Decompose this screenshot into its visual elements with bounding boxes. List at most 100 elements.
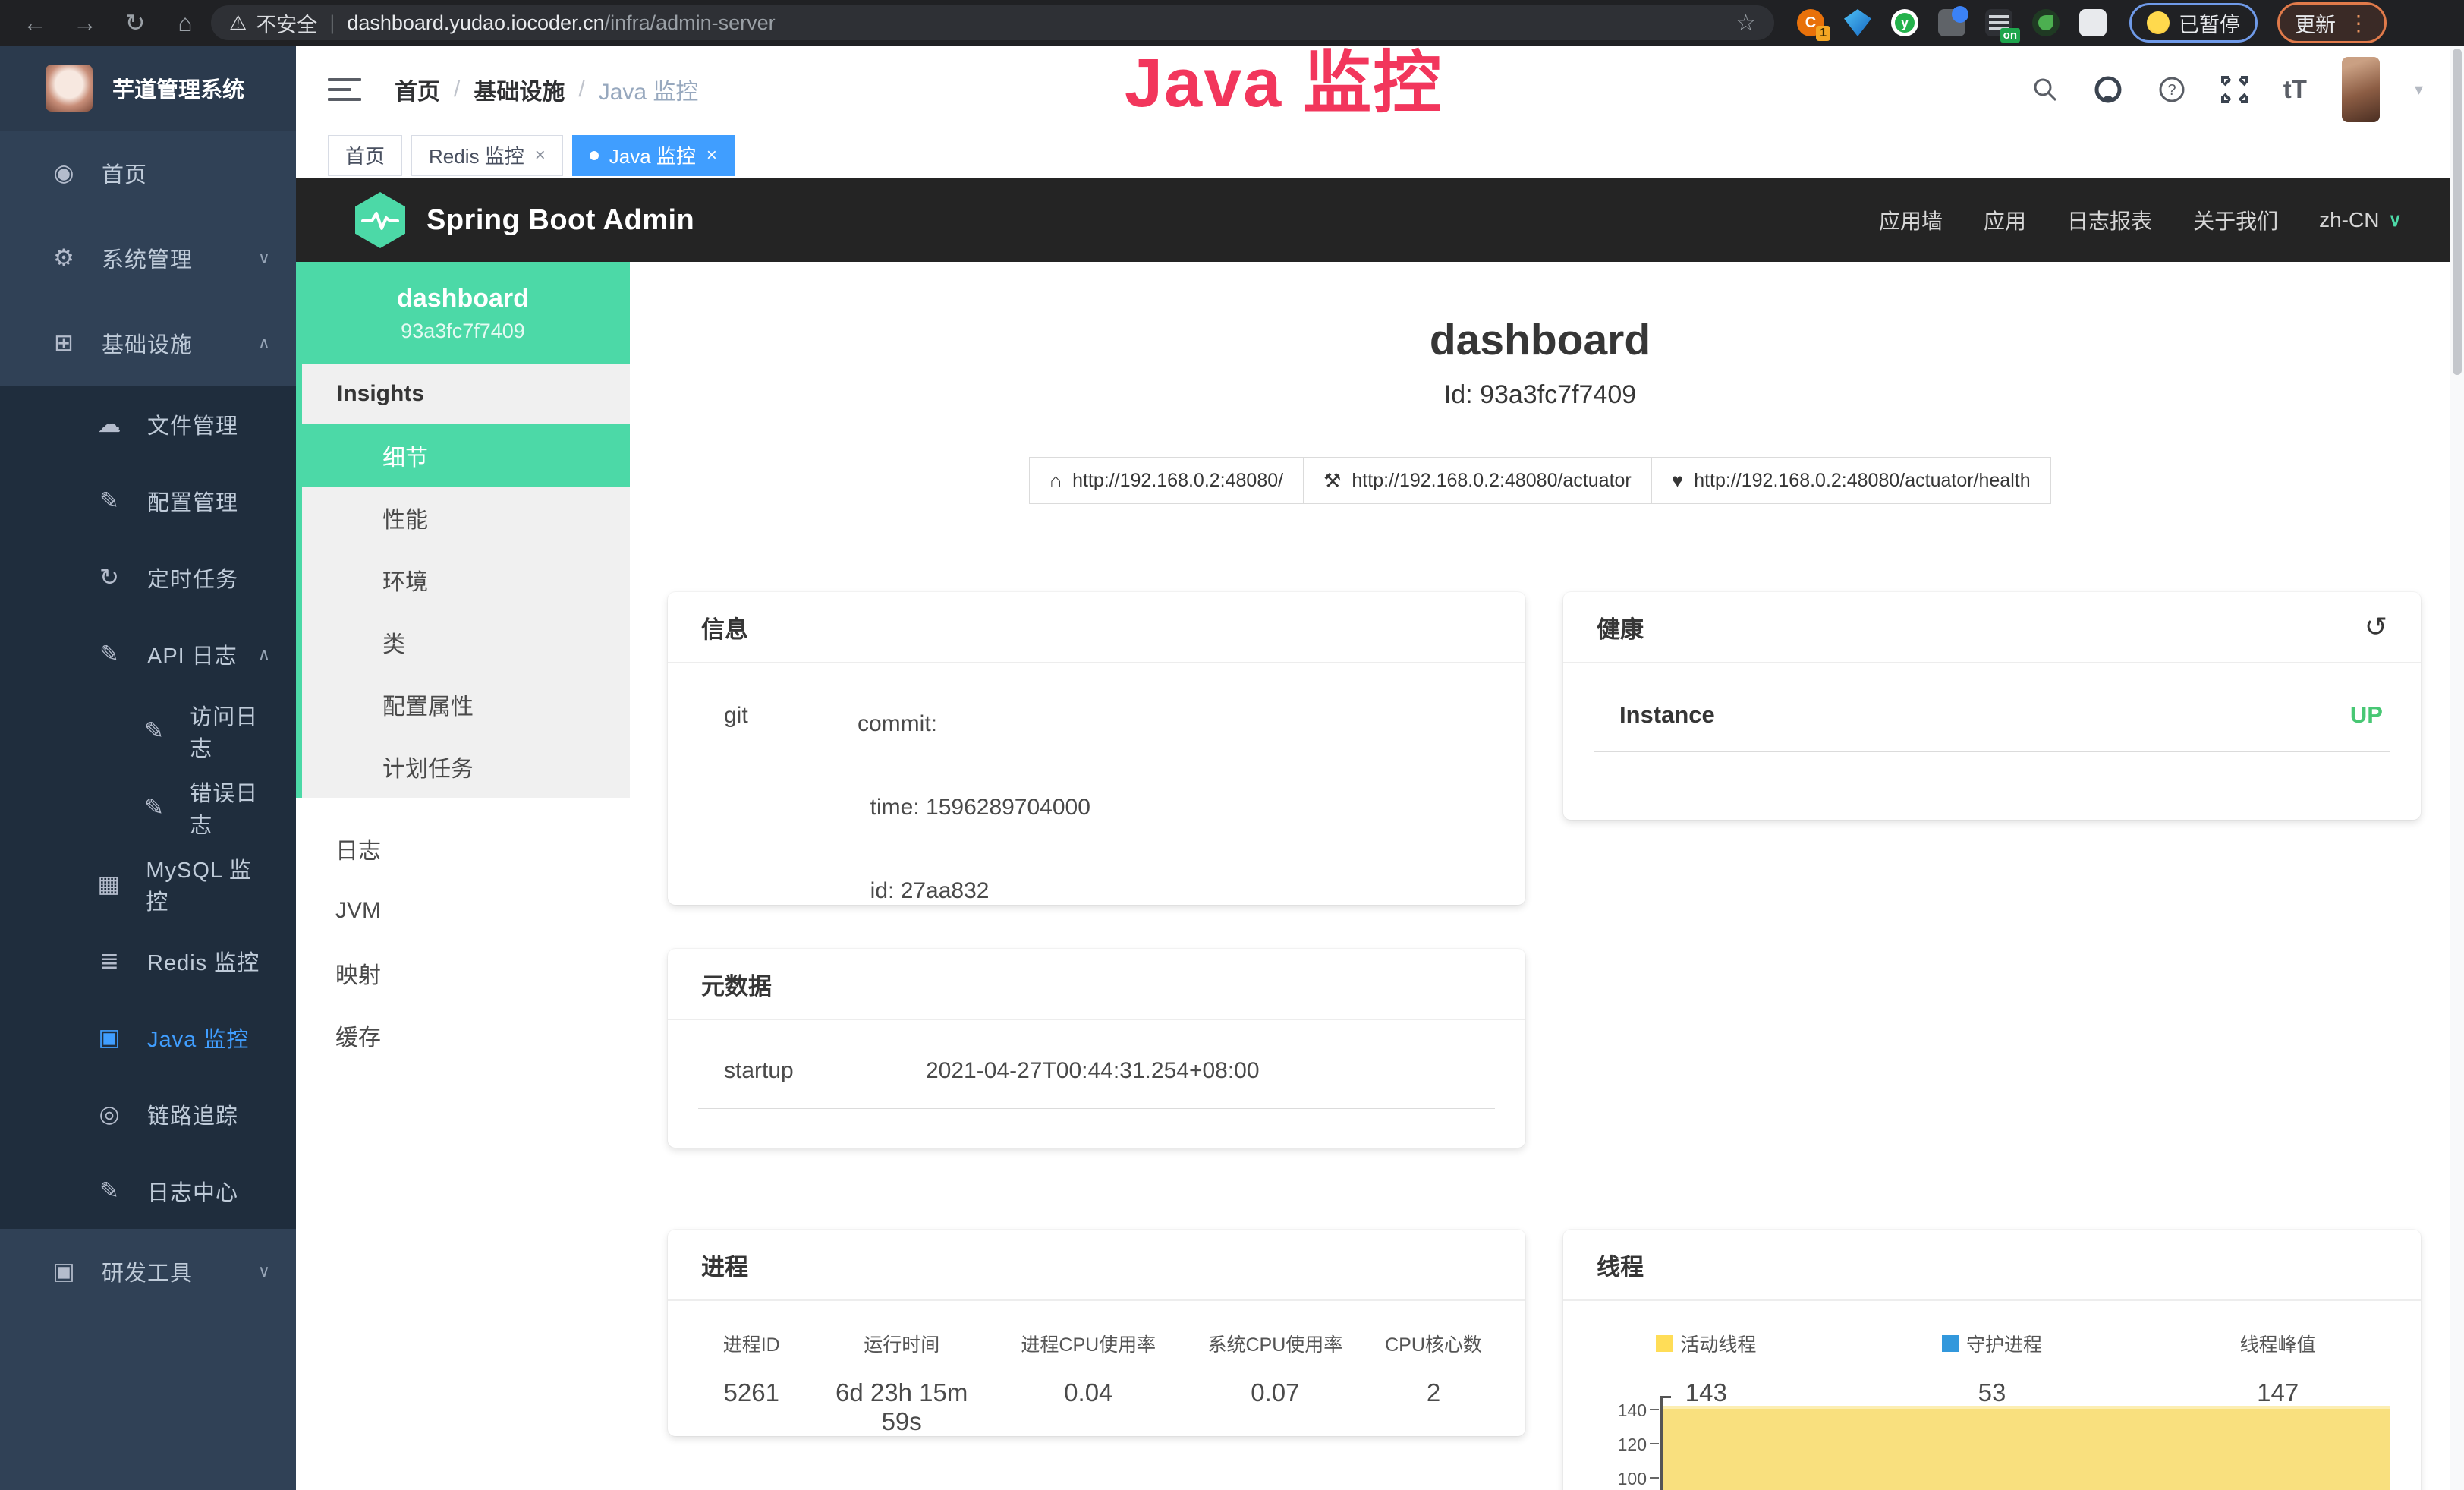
profile-paused-chip[interactable]: 已暂停 (2129, 3, 2258, 43)
leaf-glyph (2038, 15, 2053, 30)
sidebar-item-redis-monitor[interactable]: ≣ Redis 监控 (0, 922, 296, 999)
sba-item-logfile[interactable]: 日志 (296, 817, 630, 880)
paused-label: 已暂停 (2179, 8, 2240, 38)
sidebar-item-error-logs[interactable]: ✎ 错误日志 (0, 769, 296, 846)
sba-brand-title[interactable]: Spring Boot Admin (426, 204, 694, 237)
log-center-icon: ✎ (91, 1177, 127, 1205)
not-secure-label[interactable]: 不安全 (256, 8, 317, 38)
health-instance-row[interactable]: Instance UP (1594, 663, 2390, 752)
sba-item-caches[interactable]: 缓存 (296, 1004, 630, 1066)
forward-icon[interactable]: → (70, 9, 100, 37)
extension-leaf-icon[interactable] (2032, 9, 2060, 36)
metadata-key: startup (698, 1058, 926, 1084)
sidebar-collapse-icon[interactable] (328, 71, 361, 108)
sidebar-item-label: 日志中心 (147, 1175, 238, 1207)
sba-item-metrics[interactable]: 性能 (302, 487, 630, 549)
breadcrumb-home[interactable]: 首页 (395, 73, 440, 106)
service-url-link[interactable]: ⌂ http://192.168.0.2:48080/ (1029, 457, 1304, 504)
header-actions: ? tT ▾ (2031, 57, 2423, 122)
github-icon[interactable] (2094, 75, 2123, 104)
scrollbar-thumb[interactable] (2453, 49, 2462, 375)
user-menu-caret-icon[interactable]: ▾ (2415, 80, 2423, 99)
legend-live-threads: 活动线程 143 (1563, 1330, 1849, 1407)
legend-swatch-blue (1942, 1335, 1959, 1352)
sba-item-environment[interactable]: 环境 (302, 549, 630, 611)
sba-nav-about[interactable]: 关于我们 (2193, 205, 2278, 235)
tabs-bar: 首页 Redis 监控 × Java 监控 × (296, 133, 2450, 178)
extension-gem-icon[interactable] (1844, 9, 1871, 36)
fullscreen-icon[interactable] (2221, 76, 2248, 103)
sba-instance-header[interactable]: dashboard 93a3fc7f7409 (296, 262, 630, 364)
search-icon[interactable] (2031, 76, 2059, 103)
sidebar-item-mysql-monitor[interactable]: ▦ MySQL 监控 (0, 846, 296, 922)
tab-redis-monitor[interactable]: Redis 监控 × (411, 135, 563, 176)
sidebar-item-scheduled-tasks[interactable]: ↻ 定时任务 (0, 539, 296, 616)
sba-item-jvm[interactable]: JVM (296, 880, 630, 942)
legend-label: 守护进程 (1966, 1330, 2042, 1357)
monitor-icon: ⊞ (46, 329, 82, 357)
health-url-link[interactable]: ♥ http://192.168.0.2:48080/actuator/heal… (1651, 457, 2051, 504)
tab-label: Redis 监控 (429, 141, 524, 169)
annotation-overlay-text: Java 监控 (1125, 27, 1443, 126)
sidebar-item-label: 系统管理 (102, 242, 193, 274)
tab-home[interactable]: 首页 (328, 135, 402, 176)
browser-update-button[interactable]: 更新 ⋮ (2277, 2, 2387, 43)
sidebar-item-infrastructure[interactable]: ⊞ 基础设施 ∧ (0, 301, 296, 386)
sidebar-item-api-logs[interactable]: ✎ API 日志 ∧ (0, 616, 296, 692)
sidebar-item-java-monitor[interactable]: ▣ Java 监控 (0, 999, 296, 1076)
sidebar-item-label: 访问日志 (190, 699, 270, 763)
extensions-area: C1 y on (1797, 9, 2107, 36)
sidebar-item-access-logs[interactable]: ✎ 访问日志 (0, 692, 296, 769)
log-icon: ✎ (138, 717, 170, 745)
sidebar-item-home[interactable]: ◉ 首页 (0, 131, 296, 216)
extension-y-icon[interactable]: y (1891, 9, 1918, 36)
git-id-line: id: 27aa832 (858, 878, 989, 903)
extension-c-icon[interactable]: C1 (1797, 9, 1824, 36)
back-icon[interactable]: ← (20, 9, 50, 37)
eye-icon: ◎ (91, 1101, 127, 1128)
tab-java-monitor[interactable]: Java 监控 × (572, 135, 735, 176)
sidebar-item-label: 首页 (102, 157, 147, 189)
sba-nav-journal[interactable]: 日志报表 (2067, 205, 2152, 235)
sidebar-item-file-mgmt[interactable]: ☁ 文件管理 (0, 386, 296, 462)
app-logo-row[interactable]: 芋道管理系统 (0, 46, 296, 131)
sidebar-item-dev-tools[interactable]: ▣ 研发工具 ∨ (0, 1229, 296, 1314)
sidebar-item-config-mgmt[interactable]: ✎ 配置管理 (0, 462, 296, 539)
home-nav-icon[interactable]: ⌂ (170, 9, 200, 37)
sba-item-scheduled-tasks[interactable]: 计划任务 (302, 736, 630, 798)
sba-item-mappings[interactable]: 映射 (296, 942, 630, 1004)
close-icon[interactable]: × (706, 145, 717, 166)
sba-item-details[interactable]: 细节 (302, 424, 630, 487)
sidebar-item-log-center[interactable]: ✎ 日志中心 (0, 1152, 296, 1229)
close-icon[interactable]: × (535, 145, 546, 166)
chevron-up-icon: ∧ (258, 644, 270, 664)
sidebar-item-label: MySQL 监控 (146, 852, 270, 916)
page-scrollbar[interactable] (2450, 46, 2464, 1490)
actuator-url-link[interactable]: ⚒ http://192.168.0.2:48080/actuator (1303, 457, 1652, 504)
extensions-puzzle-icon[interactable] (2079, 9, 2107, 36)
font-size-icon[interactable]: tT (2283, 75, 2307, 104)
sidebar-item-tracing[interactable]: ◎ 链路追踪 (0, 1076, 296, 1152)
sba-item-config-props[interactable]: 配置属性 (302, 673, 630, 736)
log-icon: ✎ (138, 794, 170, 821)
extension-list-icon[interactable]: on (1985, 9, 2012, 36)
sba-item-classes[interactable]: 类 (302, 611, 630, 673)
git-commit-line: commit: (858, 711, 937, 736)
sba-locale-select[interactable]: zh-CN ∨ (2319, 208, 2402, 232)
bookmark-star-icon[interactable]: ☆ (1735, 10, 1756, 36)
sba-nav-wallboard[interactable]: 应用墙 (1879, 205, 1943, 235)
history-icon[interactable]: ↺ (2365, 611, 2387, 643)
card-title: 元数据 (701, 967, 772, 1001)
sba-section-insights[interactable]: Insights (302, 364, 630, 424)
reload-icon[interactable]: ↻ (120, 8, 150, 37)
extension-grid-icon[interactable] (1938, 9, 1965, 36)
address-bar[interactable]: ⚠ 不安全 | dashboard.yudao.iocoder.cn /infr… (211, 5, 1774, 40)
help-icon[interactable]: ? (2157, 75, 2186, 104)
breadcrumb-infrastructure[interactable]: 基础设施 (474, 73, 565, 106)
breadcrumb-separator: / (578, 77, 584, 102)
sba-nav-applications[interactable]: 应用 (1984, 205, 2026, 235)
browser-menu-icon[interactable]: ⋮ (2348, 11, 2369, 36)
sidebar-item-system-mgmt[interactable]: ⚙ 系统管理 ∨ (0, 216, 296, 301)
stat-label: 进程ID (691, 1330, 813, 1357)
user-avatar[interactable] (2342, 57, 2380, 122)
